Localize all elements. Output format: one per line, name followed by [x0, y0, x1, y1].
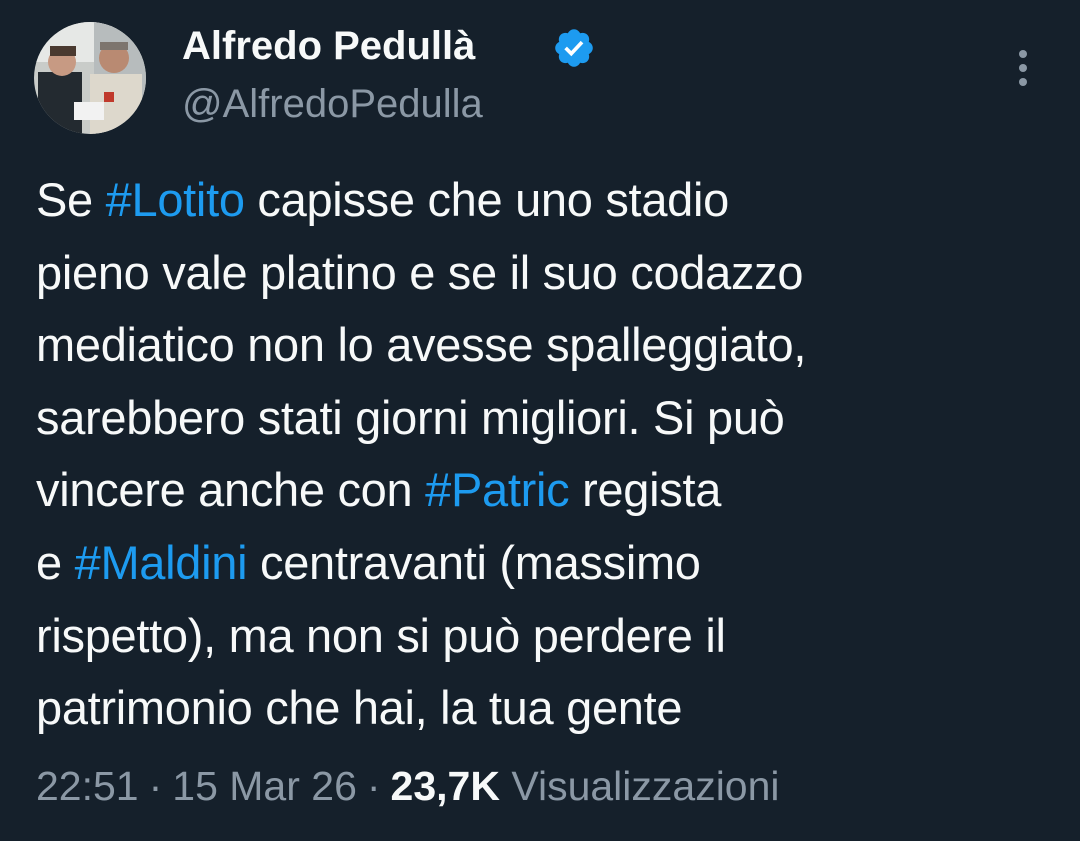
tweet-text-segment: rispetto), ma non si può perdere il — [36, 608, 726, 662]
tweet-line: patrimonio che hai, la tua gente — [36, 672, 1046, 745]
hashtag-link-patric[interactable]: #Patric — [425, 463, 569, 516]
tweet-line: mediatico non lo avesse spalleggiato, — [36, 309, 1046, 382]
tweet-text-segment: capisse che uno stadio — [244, 173, 729, 226]
hashtag-link-lotito[interactable]: #Lotito — [106, 173, 245, 226]
tweet-card: Alfredo Pedullà @AlfredoPedulla Se #Loti… — [0, 0, 1080, 841]
tweet-text-segment: e — [36, 535, 75, 589]
tweet-text-segment: centravanti (massimo — [247, 535, 701, 589]
hashtag-link-maldini[interactable]: #Maldini — [75, 536, 248, 589]
verified-badge-icon — [555, 29, 593, 67]
tweet-meta: 22:51 · 15 Mar 26 · 23,7K Visualizzazioni — [36, 760, 780, 812]
more-vertical-icon[interactable] — [1004, 44, 1044, 92]
meta-separator: · — [148, 763, 163, 809]
tweet-text-segment: mediatico non lo avesse spalleggiato, — [36, 318, 807, 372]
tweet-text: Se #Lotito capisse che uno stadio pieno … — [36, 164, 1046, 745]
author-display-name[interactable]: Alfredo Pedullà — [182, 22, 475, 70]
tweet-line: rispetto), ma non si può perdere il — [36, 600, 1046, 673]
views-count[interactable]: 23,7K — [391, 763, 500, 809]
tweet-date[interactable]: 15 Mar 26 — [172, 763, 357, 809]
tweet-text-segment: sarebbero stati giorni migliori. Si può — [36, 390, 785, 444]
tweet-text-segment: patrimonio che hai, la tua gente — [36, 681, 683, 735]
tweet-line: sarebbero stati giorni migliori. Si può — [36, 382, 1046, 455]
meta-separator: · — [366, 763, 381, 809]
avatar[interactable] — [34, 22, 146, 134]
tweet-time[interactable]: 22:51 — [36, 763, 139, 809]
tweet-text-segment: Se — [36, 173, 106, 226]
tweet-text-segment: pieno vale platino e se il suo codazzo — [36, 245, 804, 299]
views-label[interactable]: Visualizzazioni — [511, 763, 779, 809]
tweet-line: vincere anche con #Patric regista — [36, 454, 1046, 527]
tweet-line: Se #Lotito capisse che uno stadio — [36, 164, 1046, 237]
tweet-line: pieno vale platino e se il suo codazzo — [36, 237, 1046, 310]
tweet-text-segment: regista — [569, 463, 722, 517]
tweet-text-segment: vincere anche con — [36, 463, 426, 517]
author-handle[interactable]: @AlfredoPedulla — [182, 80, 483, 128]
tweet-line: e #Maldini centravanti (massimo — [36, 527, 1046, 600]
